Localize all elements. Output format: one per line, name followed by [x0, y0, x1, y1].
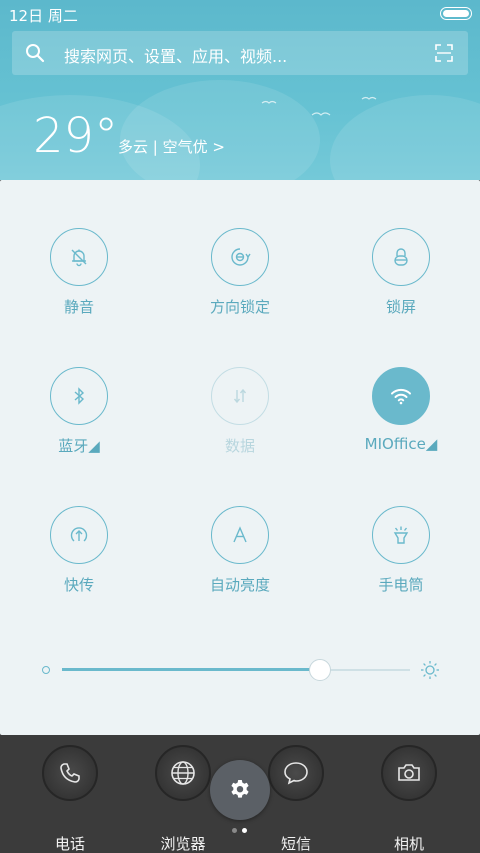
app-messages-icon-wrap[interactable]: [268, 745, 324, 801]
battery-fill: [443, 10, 469, 17]
temperature[interactable]: 29°: [33, 108, 118, 164]
app-camera-icon-wrap[interactable]: [381, 745, 437, 801]
letter-a-icon: [233, 526, 247, 543]
tile-quick-transfer-label: 快传: [63, 576, 94, 594]
tile-quick-transfer-circle[interactable]: [50, 506, 108, 564]
tile-bluetooth-label: 蓝牙◢: [58, 437, 100, 455]
scan-icon[interactable]: [434, 43, 454, 63]
app-camera-label: 相机: [393, 835, 424, 853]
globe-icon: [171, 761, 195, 785]
weather-header: 12日 周二 搜索网页、设置、应用、视频... 29° 多云 | 空气优 >: [0, 0, 480, 180]
app-browser-icon-wrap[interactable]: [155, 745, 211, 801]
phone-icon: [60, 763, 80, 783]
data-arrows-icon: [233, 388, 247, 404]
app-browser-label: 浏览器: [160, 835, 206, 853]
brightness-thumb[interactable]: [308, 659, 331, 681]
page-dot-active: [242, 828, 247, 833]
battery-icon: [440, 7, 472, 20]
status-bar: 12日 周二: [0, 0, 480, 28]
quick-settings-panel: 静音 方向锁定 锁屏 蓝牙◢ 数据 MIOffice◢ 快传 自动亮度 手电筒: [0, 180, 480, 735]
camera-icon: [398, 764, 420, 781]
tile-flashlight-circle[interactable]: [372, 506, 430, 564]
search-icon: [26, 44, 45, 63]
tile-mobile-data-circle[interactable]: [211, 367, 269, 425]
rotation-lock-icon: [231, 248, 251, 266]
settings-button[interactable]: [210, 760, 270, 820]
wifi-icon: [391, 388, 411, 405]
lock-icon: [394, 248, 408, 266]
bell-off-icon: [71, 249, 87, 267]
brightness-high-icon: [421, 661, 439, 679]
app-phone-label: 电话: [54, 835, 85, 853]
brightness-slider[interactable]: [36, 657, 446, 683]
brightness-low-icon: [42, 666, 50, 674]
gear-icon: [231, 780, 249, 798]
page-indicator: [232, 828, 248, 834]
tile-lock-screen-circle[interactable]: [372, 228, 430, 286]
tile-mute-circle[interactable]: [50, 228, 108, 286]
flashlight-icon: [393, 526, 409, 544]
page-dot: [232, 828, 237, 833]
tile-rotation-lock-label: 方向锁定: [209, 298, 270, 316]
tile-wifi-label: MIOffice◢: [364, 435, 438, 453]
tile-wifi-circle[interactable]: [372, 367, 430, 425]
tile-bluetooth-circle[interactable]: [50, 367, 108, 425]
app-messages-label: 短信: [280, 835, 311, 853]
tile-rotation-lock-circle[interactable]: [211, 228, 269, 286]
status-time: 12日 周二: [9, 7, 78, 25]
tile-auto-brightness-label: 自动亮度: [209, 576, 270, 594]
tile-mute-label: 静音: [63, 298, 94, 316]
tile-lock-screen-label: 锁屏: [385, 298, 416, 316]
bluetooth-icon: [74, 387, 85, 405]
app-phone-icon-wrap[interactable]: [42, 745, 98, 801]
search-placeholder: 搜索网页、设置、应用、视频...: [64, 47, 288, 66]
search-bar[interactable]: 搜索网页、设置、应用、视频...: [12, 31, 468, 75]
tile-flashlight-label: 手电筒: [378, 576, 424, 594]
chat-bubble-icon: [284, 762, 308, 785]
tile-mobile-data-label: 数据: [224, 437, 255, 455]
weather-description[interactable]: 多云 | 空气优 >: [118, 136, 225, 157]
app-dock: 电话 浏览器 短信 相机: [0, 735, 480, 853]
upload-circle-icon: [70, 527, 88, 542]
tile-auto-brightness-circle[interactable]: [211, 506, 269, 564]
brightness-fill: [62, 668, 320, 671]
